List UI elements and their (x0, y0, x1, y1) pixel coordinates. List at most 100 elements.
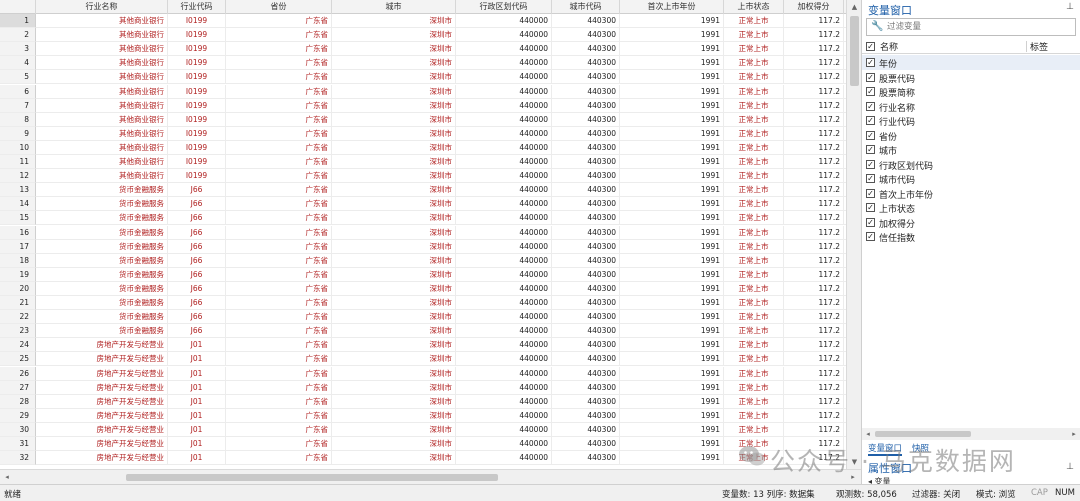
data-grid[interactable]: 行业名称行业代码省份城市行政区划代码城市代码首次上市年份上市状态加权得分信任指数… (0, 0, 862, 484)
cell-row-number[interactable]: 20 (0, 281, 36, 296)
cell-city[interactable]: 深圳市 (332, 225, 456, 240)
cell-city[interactable]: 深圳市 (332, 140, 456, 155)
cell-city[interactable]: 深圳市 (332, 281, 456, 296)
cell-industry-name[interactable]: 货币金融服务 (36, 324, 168, 339)
cell-industry-code[interactable]: J66 (168, 296, 226, 311)
cell-row-number[interactable]: 19 (0, 267, 36, 282)
cell-listing-status[interactable]: 正常上市 (724, 352, 784, 367)
cell-city-code[interactable]: 440300 (552, 84, 620, 99)
variable-item[interactable]: ✓ 行业代码 (862, 113, 1080, 128)
cell-row-number[interactable]: 16 (0, 225, 36, 240)
cell-industry-name[interactable]: 房地产开发与经营业 (36, 394, 168, 409)
cell-industry-name[interactable]: 房地产开发与经营业 (36, 338, 168, 353)
cell-listing-status[interactable]: 正常上市 (724, 112, 784, 127)
cell-city[interactable]: 深圳市 (332, 56, 456, 71)
cell-industry-name[interactable]: 货币金融服务 (36, 310, 168, 325)
cell-listing-year[interactable]: 1991 (620, 112, 724, 127)
cell-city-code[interactable]: 440300 (552, 352, 620, 367)
table-row[interactable]: 2 其他商业银行 I0199 广东省 深圳市 440000 440300 1991 正常上市 11… (0, 28, 846, 43)
variable-item[interactable]: ✓ 加权得分 (862, 215, 1080, 230)
cell-industry-code[interactable]: I0199 (168, 126, 226, 141)
cell-listing-year[interactable]: 1991 (620, 70, 724, 85)
cell-city[interactable]: 深圳市 (332, 267, 456, 282)
cell-listing-year[interactable]: 1991 (620, 211, 724, 226)
cell-weighted-score[interactable]: 117.2 (784, 408, 844, 423)
cell-weighted-score[interactable]: 117.2 (784, 155, 844, 170)
cell-city-code[interactable]: 440300 (552, 324, 620, 339)
table-row[interactable]: 26 房地产开发与经营业 J01 广东省 深圳市 440000 440300 1991 正常上市… (0, 366, 846, 381)
cell-city-code[interactable]: 440300 (552, 451, 620, 466)
cell-province[interactable]: 广东省 (226, 324, 332, 339)
cell-industry-code[interactable]: J01 (168, 366, 226, 381)
cell-city[interactable]: 深圳市 (332, 197, 456, 212)
cell-listing-year[interactable]: 1991 (620, 140, 724, 155)
cell-listing-year[interactable]: 1991 (620, 366, 724, 381)
cell-city-code[interactable]: 440300 (552, 140, 620, 155)
cell-city[interactable]: 深圳市 (332, 98, 456, 113)
cell-industry-code[interactable]: I0199 (168, 28, 226, 43)
cell-row-number[interactable]: 14 (0, 197, 36, 212)
cell-admin-code[interactable]: 440000 (456, 169, 552, 184)
vertical-scroll-thumb[interactable] (850, 16, 859, 86)
cell-province[interactable]: 广东省 (226, 422, 332, 437)
cell-listing-year[interactable]: 1991 (620, 169, 724, 184)
cell-listing-year[interactable]: 1991 (620, 253, 724, 268)
cell-industry-code[interactable]: J66 (168, 211, 226, 226)
cell-listing-status[interactable]: 正常上市 (724, 338, 784, 353)
select-all-checkbox[interactable]: ✓ (866, 42, 875, 51)
column-header-city[interactable]: 城市 (332, 0, 456, 14)
cell-industry-code[interactable]: I0199 (168, 14, 226, 29)
cell-row-number[interactable]: 12 (0, 169, 36, 184)
cell-listing-status[interactable]: 正常上市 (724, 253, 784, 268)
variable-item[interactable]: ✓ 城市 (862, 142, 1080, 157)
cell-admin-code[interactable]: 440000 (456, 422, 552, 437)
table-row[interactable]: 19 货币金融服务 J66 广东省 深圳市 440000 440300 1991 正常上市 117… (0, 267, 846, 282)
table-row[interactable]: 3 其他商业银行 I0199 广东省 深圳市 440000 440300 1991 正常上市 11… (0, 42, 846, 57)
cell-city[interactable]: 深圳市 (332, 183, 456, 198)
cell-row-number[interactable]: 22 (0, 310, 36, 325)
cell-province[interactable]: 广东省 (226, 253, 332, 268)
grid-body[interactable]: 1 其他商业银行 I0199 广东省 深圳市 440000 440300 1991 正常上市 11… (0, 14, 846, 469)
cell-row-number[interactable]: 10 (0, 140, 36, 155)
variable-checkbox[interactable]: ✓ (866, 159, 875, 169)
cell-industry-code[interactable]: I0199 (168, 56, 226, 71)
cell-row-number[interactable]: 7 (0, 98, 36, 113)
cell-admin-code[interactable]: 440000 (456, 56, 552, 71)
cell-city[interactable]: 深圳市 (332, 352, 456, 367)
cell-listing-year[interactable]: 1991 (620, 267, 724, 282)
cell-listing-year[interactable]: 1991 (620, 155, 724, 170)
cell-admin-code[interactable]: 440000 (456, 28, 552, 43)
cell-province[interactable]: 广东省 (226, 211, 332, 226)
cell-listing-year[interactable]: 1991 (620, 422, 724, 437)
cell-row-number[interactable]: 21 (0, 296, 36, 311)
cell-city-code[interactable]: 440300 (552, 28, 620, 43)
cell-weighted-score[interactable]: 117.2 (784, 267, 844, 282)
cell-city-code[interactable]: 440300 (552, 14, 620, 29)
cell-industry-code[interactable]: J66 (168, 239, 226, 254)
cell-weighted-score[interactable]: 117.2 (784, 140, 844, 155)
cell-weighted-score[interactable]: 117.2 (784, 56, 844, 71)
cell-listing-year[interactable]: 1991 (620, 338, 724, 353)
cell-row-number[interactable]: 17 (0, 239, 36, 254)
cell-admin-code[interactable]: 440000 (456, 394, 552, 409)
cell-industry-name[interactable]: 房地产开发与经营业 (36, 352, 168, 367)
scroll-right-icon[interactable]: ▸ (1068, 428, 1080, 440)
cell-admin-code[interactable]: 440000 (456, 239, 552, 254)
variable-checkbox[interactable]: ✓ (866, 116, 875, 125)
cell-weighted-score[interactable]: 117.2 (784, 422, 844, 437)
cell-industry-code[interactable]: I0199 (168, 98, 226, 113)
cell-industry-name[interactable]: 其他商业银行 (36, 14, 168, 29)
cell-weighted-score[interactable]: 117.2 (784, 296, 844, 311)
column-header-industry-name[interactable]: 行业名称 (36, 0, 168, 14)
cell-province[interactable]: 广东省 (226, 183, 332, 198)
cell-industry-name[interactable]: 货币金融服务 (36, 281, 168, 296)
cell-industry-name[interactable]: 其他商业银行 (36, 42, 168, 57)
cell-industry-code[interactable]: J66 (168, 267, 226, 282)
cell-province[interactable]: 广东省 (226, 394, 332, 409)
table-row[interactable]: 29 房地产开发与经营业 J01 广东省 深圳市 440000 440300 1991 正常上市… (0, 408, 846, 423)
cell-city[interactable]: 深圳市 (332, 408, 456, 423)
cell-listing-year[interactable]: 1991 (620, 42, 724, 57)
cell-listing-status[interactable]: 正常上市 (724, 366, 784, 381)
cell-province[interactable]: 广东省 (226, 281, 332, 296)
variable-checkbox[interactable]: ✓ (866, 232, 875, 241)
